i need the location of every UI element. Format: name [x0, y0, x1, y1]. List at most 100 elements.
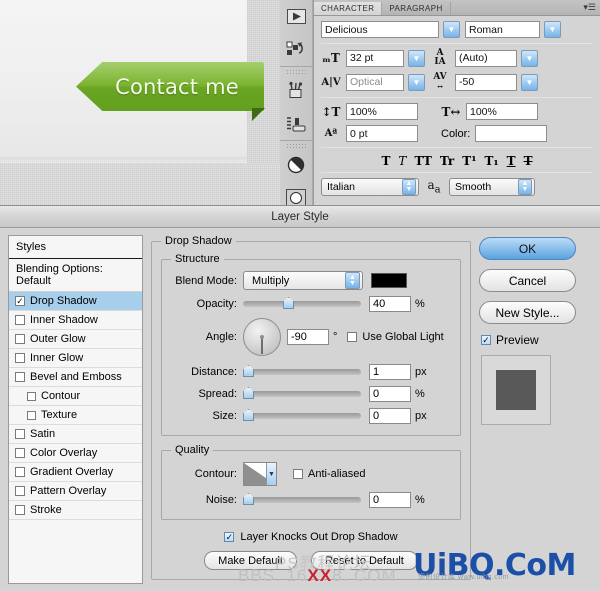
- spread-slider-knob[interactable]: [243, 387, 254, 399]
- satin-checkbox[interactable]: [15, 429, 25, 439]
- tool-dock[interactable]: [280, 0, 313, 215]
- font-style-field[interactable]: Roman: [465, 21, 540, 38]
- styles-list-header[interactable]: Styles: [9, 236, 142, 259]
- distance-field[interactable]: 1: [369, 364, 411, 380]
- size-field[interactable]: 0: [369, 408, 411, 424]
- faux-bold-button[interactable]: T: [381, 154, 390, 168]
- noise-slider[interactable]: [243, 493, 361, 505]
- underline-button[interactable]: T: [507, 154, 516, 168]
- kerning-dropdown-icon[interactable]: ▼: [408, 73, 425, 91]
- leading-field[interactable]: (Auto): [455, 49, 517, 67]
- make-default-button[interactable]: Make Default: [204, 551, 297, 570]
- play-arrow-icon[interactable]: [280, 0, 312, 33]
- drop-shadow-checkbox[interactable]: ✓: [15, 296, 25, 306]
- noise-slider-knob[interactable]: [243, 493, 254, 505]
- style-item-inner-shadow[interactable]: Inner Shadow: [9, 311, 142, 330]
- style-item-bevel-and-emboss[interactable]: Bevel and Emboss: [9, 368, 142, 387]
- contour-thumbnail[interactable]: ▼: [243, 462, 277, 486]
- tracking-dropdown-icon[interactable]: ▼: [521, 73, 538, 91]
- distance-slider-knob[interactable]: [243, 365, 254, 377]
- type-style-buttons[interactable]: T T TT Tr T¹ T₁ T T: [321, 153, 593, 171]
- font-style-dropdown-icon[interactable]: ▼: [544, 21, 561, 38]
- new-style-button[interactable]: New Style...: [479, 301, 576, 324]
- anti-alias-stepper-icon[interactable]: ▲ ▼: [518, 179, 532, 195]
- spread-field[interactable]: 0: [369, 386, 411, 402]
- font-family-field[interactable]: Delicious: [321, 21, 439, 38]
- color-overlay-checkbox[interactable]: [15, 448, 25, 458]
- inner-shadow-checkbox[interactable]: [15, 315, 25, 325]
- horizontal-scale-field[interactable]: 100%: [466, 103, 538, 120]
- tool-preset-icon[interactable]: [280, 107, 312, 140]
- stroke-checkbox[interactable]: [15, 505, 25, 515]
- anti-aliased-checkbox[interactable]: [293, 469, 303, 479]
- style-item-gradient-overlay[interactable]: Gradient Overlay: [9, 463, 142, 482]
- anti-alias-select[interactable]: Smooth ▲ ▼: [449, 178, 535, 196]
- size-slider-knob[interactable]: [243, 409, 254, 421]
- distance-slider[interactable]: [243, 365, 361, 377]
- angle-dial[interactable]: [243, 318, 281, 356]
- swatch-rotate-icon[interactable]: [280, 33, 312, 66]
- spread-slider[interactable]: [243, 387, 361, 399]
- opacity-field[interactable]: 40: [369, 296, 411, 312]
- texture-checkbox[interactable]: [27, 410, 36, 420]
- styles-list[interactable]: Styles Blending Options: Default ✓ Drop …: [8, 235, 143, 584]
- kerning-field[interactable]: Optical: [346, 73, 404, 91]
- blend-mode-stepper-icon[interactable]: ▲ ▼: [345, 272, 360, 289]
- strikethrough-button[interactable]: T: [524, 154, 533, 168]
- use-global-light-checkbox[interactable]: [347, 332, 358, 342]
- brush-preset-icon[interactable]: [280, 74, 312, 107]
- font-size-dropdown-icon[interactable]: ▼: [408, 49, 425, 67]
- opacity-slider-knob[interactable]: [283, 297, 295, 309]
- shadow-color-swatch[interactable]: [371, 273, 407, 288]
- contour-dropdown-icon[interactable]: ▼: [266, 463, 276, 485]
- opacity-slider[interactable]: [243, 297, 361, 309]
- style-item-texture[interactable]: Texture: [9, 406, 142, 425]
- language-select[interactable]: Italian ▲ ▼: [321, 178, 419, 196]
- leading-dropdown-icon[interactable]: ▼: [521, 49, 538, 67]
- tab-character[interactable]: CHARACTER: [314, 2, 383, 15]
- superscript-button[interactable]: T¹: [462, 154, 476, 168]
- style-item-contour[interactable]: Contour: [9, 387, 142, 406]
- blending-options-item[interactable]: Blending Options: Default: [9, 259, 142, 292]
- baseline-shift-field[interactable]: 0 pt: [346, 125, 418, 142]
- layer-knocks-out-checkbox[interactable]: ✓: [224, 532, 235, 542]
- tracking-field[interactable]: -50: [455, 73, 517, 91]
- style-item-pattern-overlay[interactable]: Pattern Overlay: [9, 482, 142, 501]
- style-item-drop-shadow[interactable]: ✓ Drop Shadow: [9, 292, 142, 311]
- all-caps-button[interactable]: TT: [414, 154, 431, 168]
- font-family-dropdown-icon[interactable]: ▼: [443, 21, 460, 38]
- vertical-scale-field[interactable]: 100%: [346, 103, 418, 120]
- style-item-outer-glow[interactable]: Outer Glow: [9, 330, 142, 349]
- layer-style-dialog[interactable]: Layer Style Styles Blending Options: Def…: [0, 205, 600, 590]
- style-item-satin[interactable]: Satin: [9, 425, 142, 444]
- subscript-button[interactable]: T₁: [484, 154, 498, 168]
- bevel-emboss-checkbox[interactable]: [15, 372, 25, 382]
- blend-mode-select[interactable]: Multiply ▲ ▼: [243, 271, 363, 290]
- size-slider[interactable]: [243, 409, 361, 421]
- style-item-stroke[interactable]: Stroke: [9, 501, 142, 520]
- contact-me-ribbon[interactable]: Contact me: [76, 62, 265, 121]
- panel-tab-strip[interactable]: CHARACTER PARAGRAPH ▾☰: [314, 0, 600, 16]
- preview-checkbox[interactable]: ✓: [481, 335, 491, 345]
- document-canvas[interactable]: Contact me: [0, 0, 280, 205]
- text-color-swatch[interactable]: [475, 125, 548, 142]
- reset-to-default-button[interactable]: Reset to Default: [310, 551, 418, 570]
- font-size-field[interactable]: 32 pt: [346, 49, 404, 67]
- language-stepper-icon[interactable]: ▲ ▼: [402, 179, 416, 195]
- ok-button[interactable]: OK: [479, 237, 576, 260]
- gradient-overlay-checkbox[interactable]: [15, 467, 25, 477]
- style-item-color-overlay[interactable]: Color Overlay: [9, 444, 142, 463]
- pattern-overlay-checkbox[interactable]: [15, 486, 25, 496]
- character-panel[interactable]: CHARACTER PARAGRAPH ▾☰ Delicious ▼ Roman…: [313, 0, 600, 205]
- inner-glow-checkbox[interactable]: [15, 353, 25, 363]
- small-caps-button[interactable]: Tr: [440, 154, 454, 168]
- half-circle-icon[interactable]: [280, 148, 312, 181]
- cancel-button[interactable]: Cancel: [479, 269, 576, 292]
- panel-menu-icon[interactable]: ▾☰: [583, 2, 596, 13]
- faux-italic-button[interactable]: T: [398, 154, 406, 168]
- style-item-inner-glow[interactable]: Inner Glow: [9, 349, 142, 368]
- tab-paragraph[interactable]: PARAGRAPH: [382, 2, 451, 15]
- noise-field[interactable]: 0: [369, 492, 411, 508]
- outer-glow-checkbox[interactable]: [15, 334, 25, 344]
- contour-checkbox[interactable]: [27, 391, 36, 401]
